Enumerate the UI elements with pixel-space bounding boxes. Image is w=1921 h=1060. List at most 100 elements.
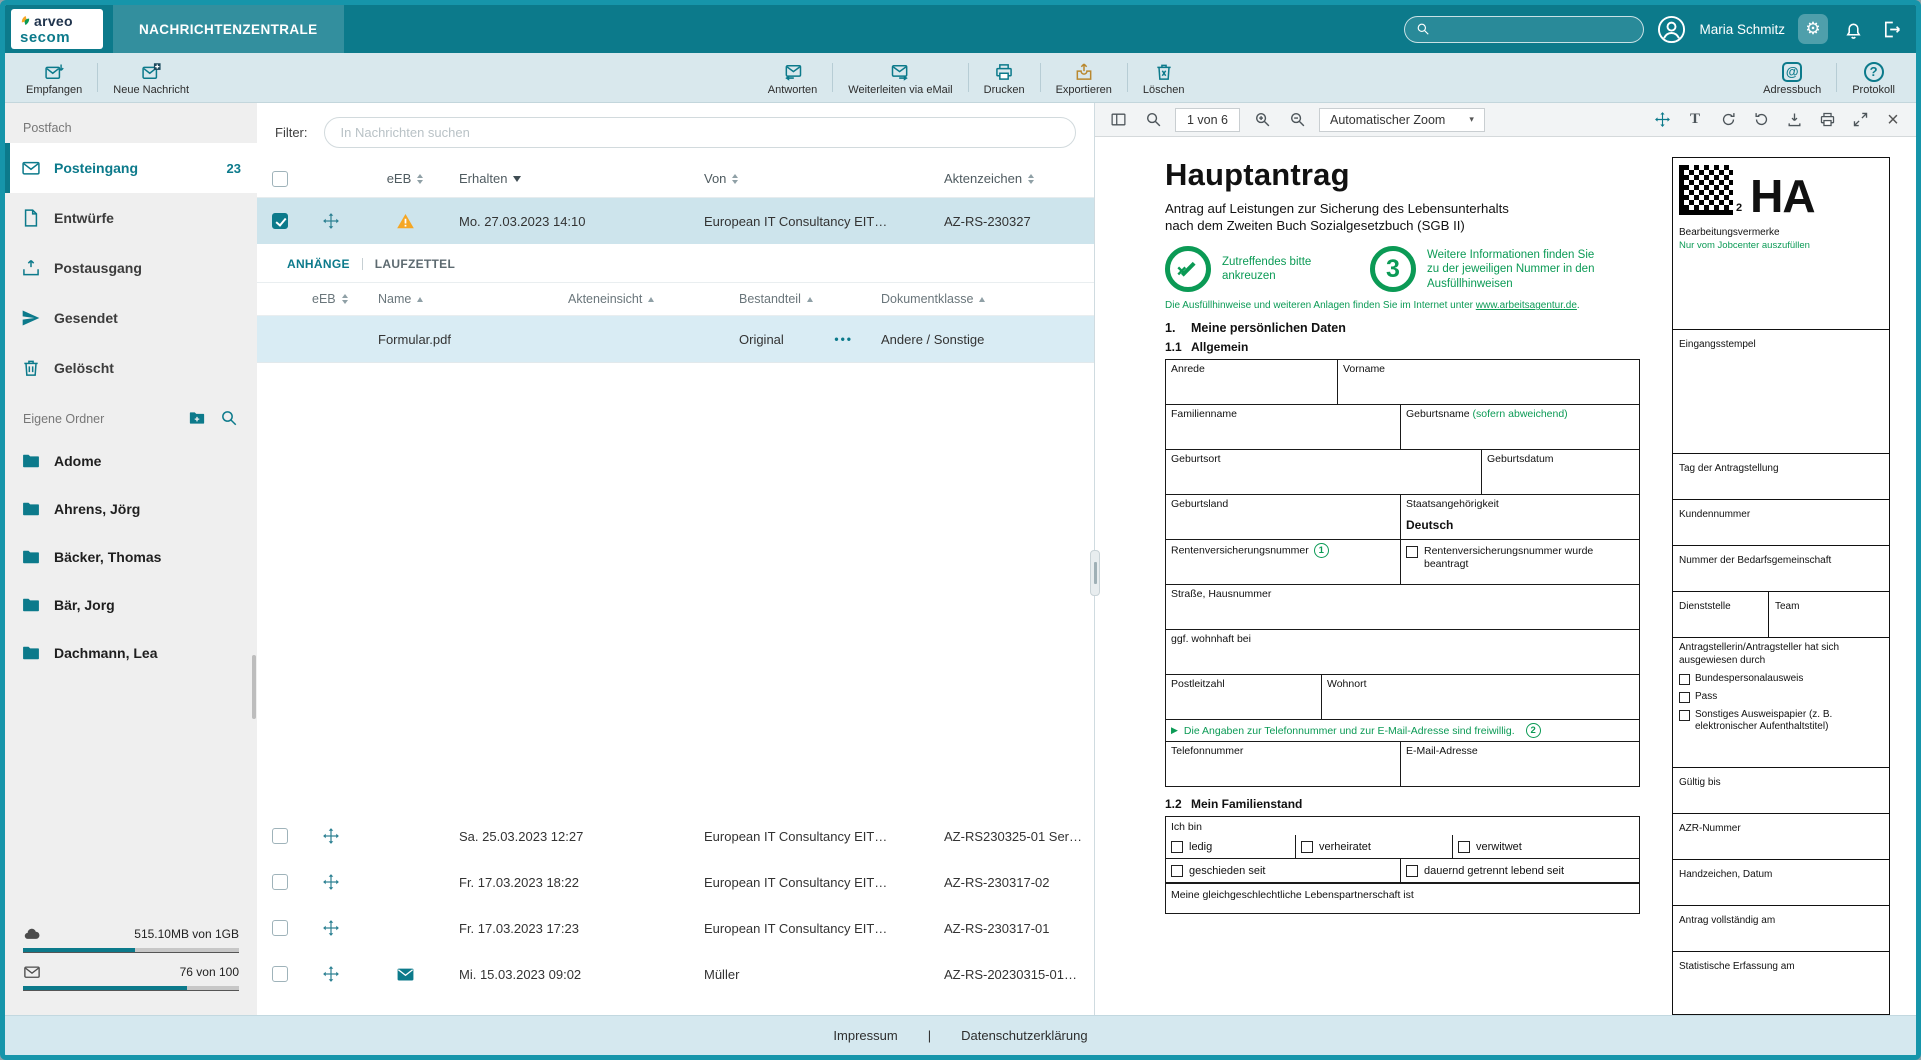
toggle-sidebar-button[interactable] <box>1105 107 1131 133</box>
download-button[interactable] <box>1781 107 1807 133</box>
datenschutz-link[interactable]: Datenschutzerklärung <box>961 1028 1087 1043</box>
attachments-table-header: eEB Name Akteneinsicht Bestandteil <box>257 282 1094 316</box>
message-row-selected[interactable]: Mo. 27.03.2023 14:10 European IT Consult… <box>257 198 1094 244</box>
section-1-1-heading: 1.1Allgemein <box>1165 340 1640 354</box>
section-1-heading: 1.Meine persönlichen Daten <box>1165 321 1640 335</box>
filter-row: Filter: <box>257 103 1094 160</box>
sidebar-item-geloescht[interactable]: Gelöscht <box>5 343 257 393</box>
zoom-mode-select[interactable]: Automatischer Zoom ▾ <box>1319 108 1485 132</box>
message-row[interactable]: Fr. 17.03.2023 17:23 European IT Consult… <box>257 905 1094 951</box>
pane-splitter[interactable] <box>1090 550 1100 596</box>
protokoll-button[interactable]: ? Protokoll <box>1839 53 1908 102</box>
settings-button[interactable]: ⚙ <box>1798 14 1828 44</box>
att-column-akteneinsicht[interactable]: Akteneinsicht <box>560 292 731 306</box>
warning-triangle-icon <box>396 212 415 231</box>
message-row[interactable]: Sa. 25.03.2023 12:27 European IT Consult… <box>257 813 1094 859</box>
fullscreen-button[interactable] <box>1847 107 1873 133</box>
rotate-clockwise-button[interactable] <box>1715 107 1741 133</box>
global-search-input[interactable] <box>1438 22 1632 37</box>
toolbar-group-left: Empfangen Neue Nachricht <box>13 53 202 102</box>
add-folder-button[interactable] <box>187 409 207 429</box>
column-header-von[interactable]: Von <box>696 171 936 186</box>
familienstand-form: Ich bin ledig verheiratet verwitwet <box>1165 816 1640 914</box>
impressum-link[interactable]: Impressum <box>833 1028 897 1043</box>
row-checkbox[interactable] <box>272 920 288 936</box>
column-header-eeb[interactable]: eEB <box>359 171 451 186</box>
weiterleiten-button[interactable]: Weiterleiten via eMail <box>835 53 965 102</box>
folder-icon <box>21 547 41 567</box>
sort-asc-icon <box>648 297 654 302</box>
antworten-label: Antworten <box>768 84 818 96</box>
att-column-name[interactable]: Name <box>370 292 560 306</box>
option-sonstiges-ausweispapier: Sonstiges Ausweispapier (z. B. elektroni… <box>1679 709 1883 733</box>
att-column-bestandteil[interactable]: Bestandteil <box>731 292 873 306</box>
sidebar-item-gesendet[interactable]: Gesendet <box>5 293 257 343</box>
sidebar-item-posteingang[interactable]: Posteingang 23 <box>5 143 257 193</box>
message-row[interactable]: Fr. 17.03.2023 18:22 European IT Consult… <box>257 859 1094 905</box>
adressbuch-button[interactable]: @ Adressbuch <box>1750 53 1834 102</box>
row-checkbox[interactable] <box>272 213 288 229</box>
folder-item-dachmann[interactable]: Dachmann, Lea <box>5 629 257 677</box>
empfangen-button[interactable]: Empfangen <box>13 53 95 102</box>
attachments-panel: ANHÄNGE LAUFZETTEL eEB Name Akten <box>257 244 1094 363</box>
message-search-input[interactable] <box>324 117 1077 148</box>
folder-label: Ahrens, Jörg <box>54 501 140 517</box>
drag-handle[interactable] <box>303 905 359 951</box>
column-header-erhalten[interactable]: Erhalten <box>451 171 696 186</box>
row-checkbox[interactable] <box>272 828 288 844</box>
pdf-page: Hauptantrag Antrag auf Leistungen zur Si… <box>1095 137 1916 1015</box>
zoom-in-button[interactable] <box>1249 107 1275 133</box>
select-all-checkbox[interactable] <box>272 171 288 187</box>
neue-nachricht-button[interactable]: Neue Nachricht <box>100 53 202 102</box>
folder-item-adome[interactable]: Adome <box>5 437 257 485</box>
drag-handle[interactable] <box>303 951 359 997</box>
rotate-counterclockwise-button[interactable] <box>1748 107 1774 133</box>
reply-icon <box>783 61 803 82</box>
att-column-eeb[interactable]: eEB <box>304 292 370 306</box>
attachment-menu-button[interactable]: ••• <box>822 332 865 346</box>
user-avatar-icon <box>1657 15 1686 44</box>
close-viewer-button[interactable]: × <box>1880 107 1906 133</box>
antworten-button[interactable]: Antworten <box>755 53 831 102</box>
empfangen-label: Empfangen <box>26 84 82 96</box>
field-rv-beantragt: Rentenversicherungsnummer wurde beantrag… <box>1401 540 1639 584</box>
sidebar-item-entwuerfe[interactable]: Entwürfe <box>5 193 257 243</box>
message-row[interactable]: Mi. 15.03.2023 09:02 Müller AZ-RS-202303… <box>257 951 1094 997</box>
global-search[interactable] <box>1404 16 1644 43</box>
close-icon: × <box>1887 110 1899 130</box>
exportieren-button[interactable]: Exportieren <box>1043 53 1125 102</box>
side-ausweis-section: Antragstellerin/Antragsteller hat sich a… <box>1673 638 1889 768</box>
tab-anhaenge[interactable]: ANHÄNGE <box>287 257 350 271</box>
pan-tool-button[interactable] <box>1649 107 1675 133</box>
pdf-print-button[interactable] <box>1814 107 1840 133</box>
option-verwitwet: verwitwet <box>1453 835 1639 858</box>
pdf-search-button[interactable] <box>1140 107 1166 133</box>
drag-handle[interactable] <box>303 859 359 905</box>
drag-handle[interactable] <box>303 813 359 859</box>
drag-handle[interactable] <box>303 198 359 244</box>
field-geburtsland: Geburtsland <box>1166 495 1401 539</box>
tab-nachrichtenzentrale[interactable]: NACHRICHTENZENTRALE <box>113 5 344 53</box>
text-select-tool-button[interactable]: T <box>1682 107 1708 133</box>
column-header-aktenzeichen[interactable]: Aktenzeichen <box>936 171 1094 186</box>
loeschen-button[interactable]: Löschen <box>1130 53 1198 102</box>
folder-item-baecker[interactable]: Bäcker, Thomas <box>5 533 257 581</box>
folder-item-ahrens[interactable]: Ahrens, Jörg <box>5 485 257 533</box>
drucken-button[interactable]: Drucken <box>971 53 1038 102</box>
folder-item-baer[interactable]: Bär, Jorg <box>5 581 257 629</box>
search-folders-button[interactable] <box>219 409 239 429</box>
row-checkbox[interactable] <box>272 966 288 982</box>
zoom-out-button[interactable] <box>1284 107 1310 133</box>
logout-button[interactable] <box>1879 17 1904 42</box>
notifications-button[interactable] <box>1841 17 1866 42</box>
staatsangehoerigkeit-value: Deutsch <box>1406 518 1634 532</box>
folder-label: Bäcker, Thomas <box>54 549 161 565</box>
page-number-indicator[interactable]: 1 von 6 <box>1175 108 1240 132</box>
arbeitsagentur-link[interactable]: www.arbeitsagentur.de <box>1476 300 1577 311</box>
row-checkbox[interactable] <box>272 874 288 890</box>
tab-laufzettel[interactable]: LAUFZETTEL <box>375 257 455 271</box>
att-column-dokumentklasse[interactable]: Dokumentklasse <box>873 292 1094 306</box>
sidebar-scrollbar[interactable] <box>252 655 256 719</box>
sidebar-item-postausgang[interactable]: Postausgang <box>5 243 257 293</box>
attachment-row[interactable]: Formular.pdf Original ••• Andere / Sonst… <box>257 316 1094 362</box>
